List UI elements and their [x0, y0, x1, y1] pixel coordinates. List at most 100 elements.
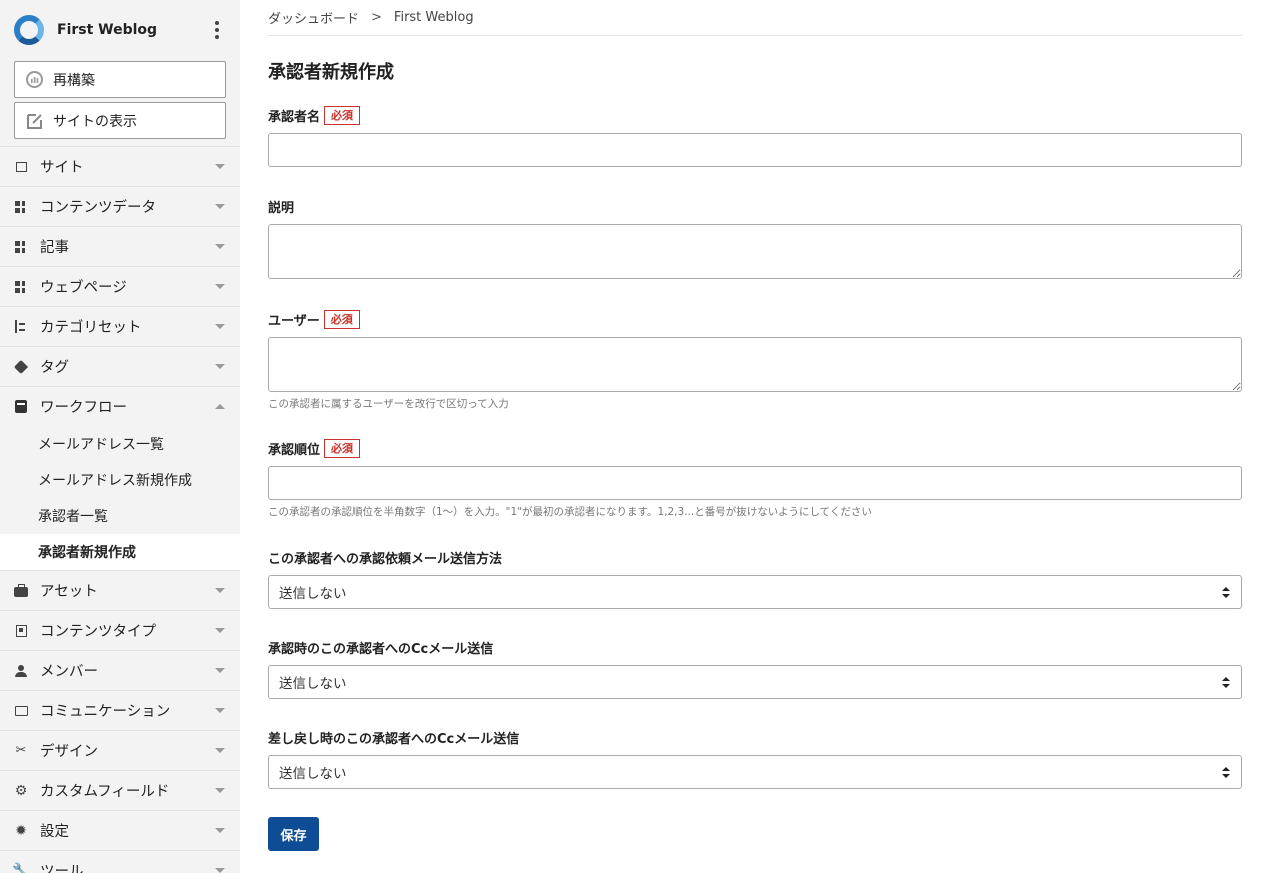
chevron-down-icon: [215, 628, 225, 633]
required-badge: 必須: [323, 309, 360, 329]
sidebar-item-tools[interactable]: 🔧 ツール: [0, 850, 240, 873]
content-data-icon: [14, 200, 28, 214]
chevron-down-icon: [215, 708, 225, 713]
users-hint: この承認者に属するユーザーを改行で区切って入力: [268, 398, 509, 410]
sidebar-item-page[interactable]: ウェブページ: [0, 266, 240, 306]
sidebar-item-category-set[interactable]: カテゴリセット: [0, 306, 240, 346]
sidebar-item-label: コミュニケーション: [40, 704, 171, 720]
approver-name-label-row: 承認者名 必須: [268, 105, 1242, 125]
asset-icon: [14, 584, 28, 598]
submenu-item-email-list[interactable]: メールアドレス一覧: [0, 426, 240, 462]
chevron-down-icon: [215, 788, 225, 793]
approver-name-input[interactable]: [268, 133, 1242, 167]
users-textarea[interactable]: [268, 337, 1242, 392]
sidebar-item-member[interactable]: メンバー: [0, 650, 240, 690]
sidebar-item-label: ワークフロー: [40, 400, 127, 416]
sidebar-item-design[interactable]: ✂ デザイン: [0, 730, 240, 770]
kebab-menu-icon[interactable]: [208, 20, 226, 40]
content-type-icon: [14, 624, 28, 638]
site-name: First Weblog: [57, 22, 158, 38]
approve-cc-select[interactable]: 送信しない: [268, 665, 1242, 699]
reject-cc-selected-value: 送信しない: [279, 766, 347, 782]
order-label-row: 承認順位 必須: [268, 438, 1242, 458]
sidebar-item-content-type[interactable]: コンテンツタイプ: [0, 610, 240, 650]
field-request-mail: この承認者への承認依頼メール送信方法 送信しない: [268, 547, 1242, 609]
field-approval-order: 承認順位 必須 この承認者の承認順位を半角数字（1～）を入力。"1"が最初の承認…: [268, 438, 1242, 519]
sidebar-menu: サイト コンテンツデータ 記事 ウェブページ カテゴリセット タグ ワークフロー…: [0, 146, 240, 873]
chevron-down-icon: [215, 668, 225, 673]
site-icon: [14, 160, 28, 174]
main-content: ダッシュボード > First Weblog 承認者新規作成 承認者名 必須 説…: [268, 0, 1242, 851]
users-label: ユーザー: [268, 313, 320, 329]
breadcrumb-separator: >: [371, 10, 382, 25]
field-approver-name: 承認者名 必須: [268, 105, 1242, 167]
rebuild-button[interactable]: 再構築: [14, 61, 226, 98]
sidebar-item-label: アセット: [40, 584, 98, 600]
workflow-submenu: メールアドレス一覧 メールアドレス新規作成 承認者一覧 承認者新規作成: [0, 426, 240, 570]
description-label-row: 説明: [268, 196, 1242, 216]
design-icon: ✂: [15, 743, 27, 758]
custom-field-icon: ⚙: [14, 782, 28, 799]
request-mail-selected-value: 送信しない: [279, 586, 347, 602]
chevron-down-icon: [215, 244, 225, 249]
save-button[interactable]: 保存: [268, 817, 319, 851]
sidebar: First Weblog 再構築 サイトの表示 サイト コンテンツデータ 記事: [0, 0, 240, 873]
sidebar-item-label: ウェブページ: [40, 280, 127, 296]
description-textarea[interactable]: [268, 224, 1242, 279]
sidebar-item-label: コンテンツデータ: [40, 200, 156, 216]
sidebar-item-content-data[interactable]: コンテンツデータ: [0, 186, 240, 226]
breadcrumb-dashboard-link[interactable]: ダッシュボード: [268, 8, 359, 27]
rebuild-label: 再構築: [53, 72, 95, 89]
approval-order-input[interactable]: [268, 466, 1242, 500]
sidebar-item-label: ツール: [40, 864, 84, 873]
tag-icon: [13, 359, 29, 374]
approve-cc-selected-value: 送信しない: [279, 676, 347, 692]
sidebar-item-tag[interactable]: タグ: [0, 346, 240, 386]
sidebar-item-workflow[interactable]: ワークフロー: [0, 386, 240, 426]
sidebar-item-settings[interactable]: ✹ 設定: [0, 810, 240, 850]
approve-cc-label: 承認時のこの承認者へのCcメール送信: [268, 641, 494, 657]
chevron-down-icon: [215, 164, 225, 169]
category-set-icon: [14, 320, 28, 334]
sidebar-item-label: サイト: [40, 160, 84, 176]
reject-cc-select[interactable]: 送信しない: [268, 755, 1242, 789]
sidebar-item-label: カスタムフィールド: [40, 784, 170, 800]
chevron-down-icon: [215, 204, 225, 209]
brand-header: First Weblog: [0, 0, 240, 60]
sidebar-item-custom-field[interactable]: ⚙ カスタムフィールド: [0, 770, 240, 810]
sidebar-item-communication[interactable]: コミュニケーション: [0, 690, 240, 730]
field-reject-cc: 差し戻し時のこの承認者へのCcメール送信 送信しない: [268, 727, 1242, 789]
chevron-down-icon: [215, 364, 225, 369]
gear-icon: ✹: [15, 822, 27, 839]
sidebar-item-label: デザイン: [40, 744, 98, 760]
wrench-icon: 🔧: [12, 862, 30, 873]
sidebar-item-label: メンバー: [40, 664, 98, 680]
sidebar-item-site[interactable]: サイト: [0, 146, 240, 186]
chevron-down-icon: [215, 324, 225, 329]
sidebar-item-asset[interactable]: アセット: [0, 570, 240, 610]
field-description: 説明: [268, 196, 1242, 279]
view-site-label: サイトの表示: [53, 113, 137, 130]
request-mail-select[interactable]: 送信しない: [268, 575, 1242, 609]
member-icon: [14, 664, 28, 678]
chevron-up-icon: [215, 404, 225, 409]
order-hint: この承認者の承認順位を半角数字（1～）を入力。"1"が最初の承認者になります。1…: [268, 506, 872, 518]
reject-cc-label: 差し戻し時のこの承認者へのCcメール送信: [268, 731, 520, 747]
chevron-down-icon: [215, 588, 225, 593]
chevron-down-icon: [215, 284, 225, 289]
field-approve-cc: 承認時のこの承認者へのCcメール送信 送信しない: [268, 637, 1242, 699]
sidebar-item-label: 記事: [40, 240, 69, 256]
order-label: 承認順位: [268, 442, 321, 458]
users-label-row: ユーザー 必須: [268, 309, 1242, 329]
request-mail-label-row: この承認者への承認依頼メール送信方法: [268, 547, 1242, 567]
submenu-item-email-new[interactable]: メールアドレス新規作成: [0, 462, 240, 498]
submenu-item-approver-new[interactable]: 承認者新規作成: [0, 534, 240, 570]
submenu-item-approver-list[interactable]: 承認者一覧: [0, 498, 240, 534]
breadcrumb-current: First Weblog: [393, 10, 474, 25]
workflow-icon: [14, 400, 28, 414]
sidebar-item-entry[interactable]: 記事: [0, 226, 240, 266]
chevron-down-icon: [215, 828, 225, 833]
select-arrows-icon: [1222, 587, 1230, 599]
edit-icon: [25, 111, 44, 130]
view-site-button[interactable]: サイトの表示: [14, 102, 226, 139]
